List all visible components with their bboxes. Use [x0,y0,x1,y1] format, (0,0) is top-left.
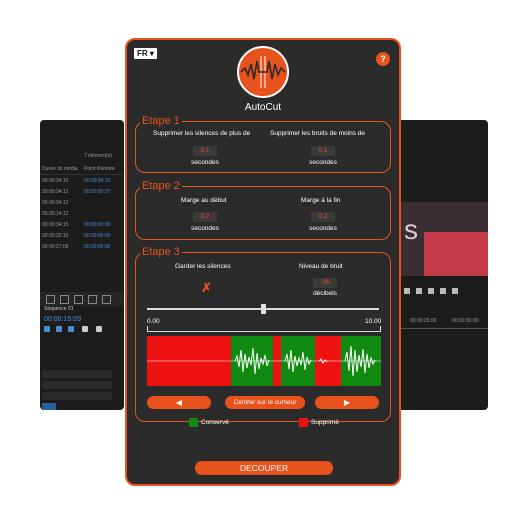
cut-button[interactable]: DECOUPER [195,461,333,475]
trash-icon[interactable] [102,295,111,304]
link-icon[interactable] [56,326,62,332]
previous-button[interactable]: ◀ [147,396,211,409]
background-project-panel: 7 élément(s) Durée du média Point d'entr… [40,120,124,410]
wrench-icon[interactable] [96,326,102,332]
row-duration: 00:00:34:15 [42,222,69,228]
silence-unit: secondes [191,159,219,166]
silence-duration-input[interactable] [193,146,217,156]
ruler-time-2: 00:00:30:00 [452,318,479,324]
camera-icon[interactable] [428,288,434,294]
language-select[interactable]: FR ▾ [134,48,157,59]
step2-title: Etape 2 [142,180,180,192]
keep-silences-toggle[interactable]: ✗ [201,280,212,296]
end-margin-label: Marge à la fin [301,197,341,204]
row-in-point: 00:00:00:00 [84,244,111,250]
settings-icon[interactable] [82,326,88,332]
item-count: 7 élément(s) [84,153,112,159]
folder-icon[interactable] [74,295,83,304]
list-view-icon[interactable] [46,295,55,304]
ruler-line [398,328,488,329]
marker-icon[interactable] [68,326,74,332]
video-frame: s [398,202,488,276]
autocut-panel: FR ▾ ? AutoCut Etape 1 Supprimer les sil… [125,38,401,486]
end-margin-input[interactable] [311,212,335,222]
row-in-point: 00:00:00:00 [84,222,111,228]
row-duration: 00:00:34:12 [42,189,69,195]
start-margin-input[interactable] [193,212,217,222]
time-end-label: 10.00 [365,318,382,325]
slider-thumb[interactable] [261,304,266,314]
time-ruler [147,326,381,332]
transport-controls [398,286,488,296]
row-in-point: 00:00:00:00 [84,233,111,239]
next-button[interactable]: ▶ [315,396,379,409]
snap-icon[interactable] [44,326,50,332]
noise-level-input[interactable] [313,278,337,288]
row-duration: 00:00:34:10 [42,178,69,184]
noise-duration-input[interactable] [311,146,335,156]
noise-unit: secondes [309,159,337,166]
start-margin-unit: secondes [191,225,219,232]
center-cursor-button[interactable]: Centrer sur le curseur [225,396,305,409]
kept-legend-label: Conservé [201,419,229,426]
row-duration: 00:00:14:12 [42,211,69,217]
background-program-monitor: s 00:00:25:00 00:00:30:00 [398,120,488,410]
app-name: AutoCut [244,102,282,113]
grid-view-icon[interactable] [60,295,69,304]
step1-title: Etape 1 [142,115,180,127]
noise-level-unit: décibels [313,290,337,297]
end-margin-unit: secondes [309,225,337,232]
kept-legend-swatch [189,418,198,427]
start-margin-label: Marge au début [181,197,227,204]
add-icon[interactable] [452,288,458,294]
step-forward-icon[interactable] [416,288,422,294]
play-icon[interactable] [404,288,410,294]
noise-duration-label: Supprimer les bruits de moins de [270,130,366,137]
row-duration: 00:00:27:09 [42,244,69,250]
noise-level-label: Niveau de bruit [299,263,343,270]
removed-legend-label: Supprimé [311,419,339,426]
row-duration: 00:00:30:10 [42,233,69,239]
waveform-timeline[interactable] [147,336,381,386]
silence-duration-label: Supprimer les silences de plus de [153,130,251,137]
ruler-time-1: 00:00:25:00 [410,318,437,324]
time-start-label: 0.00 [147,318,160,325]
track-headers [42,370,112,410]
sequence-tab[interactable]: Séquence 01 [44,306,73,312]
divider [40,174,124,175]
removed-legend-swatch [299,418,308,427]
help-button[interactable]: ? [376,52,390,66]
timecode[interactable]: 00:00:15:09 [44,316,81,323]
keep-silences-label: Garder les silences [175,263,231,270]
noise-level-slider[interactable] [147,304,379,314]
export-icon[interactable] [440,288,446,294]
row-in-point: 00:00:34:10 [84,178,111,184]
new-item-icon[interactable] [88,295,97,304]
row-duration: 00:00:34:12 [42,200,69,206]
waveform-logo-icon [237,46,289,98]
step3-title: Etape 3 [142,246,180,258]
column-header-in-point: Point d'entrée [84,166,115,172]
row-in-point: 00:00:00:07 [84,189,111,195]
column-header-duration: Durée du média [42,166,78,172]
toolbar [40,292,124,306]
